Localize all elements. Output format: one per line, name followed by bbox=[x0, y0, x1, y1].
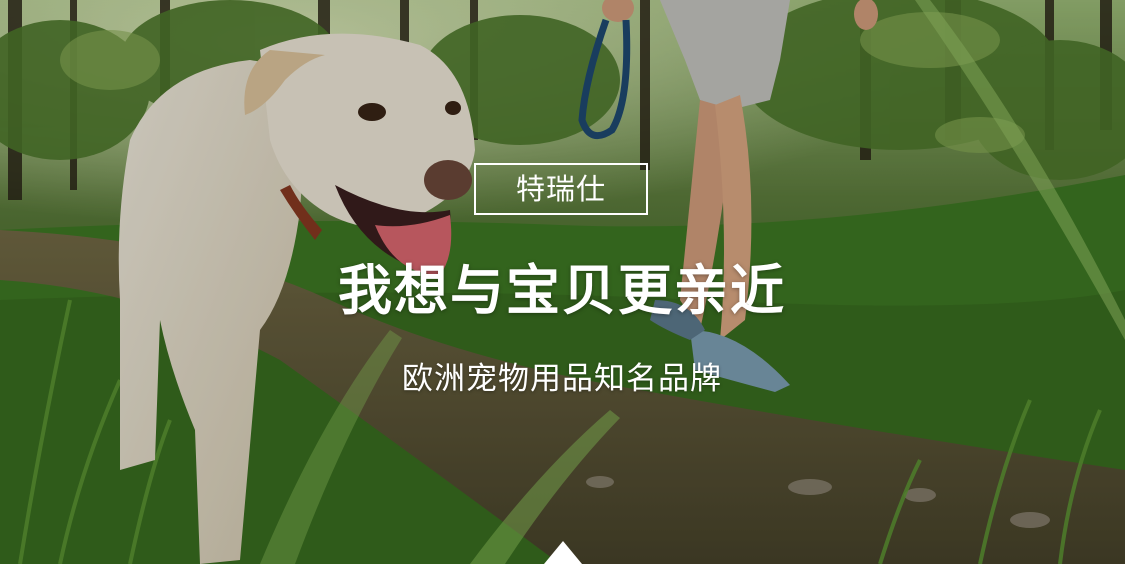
hero-subheadline: 欧洲宠物用品知名品牌 bbox=[402, 361, 722, 397]
hero-banner: 特瑞仕 我想与宝贝更亲近 欧洲宠物用品知名品牌 bbox=[0, 0, 1125, 564]
brand-name-badge: 特瑞仕 bbox=[474, 163, 648, 215]
triangle-up-icon[interactable] bbox=[544, 541, 582, 564]
hero-headline: 我想与宝贝更亲近 bbox=[338, 259, 786, 322]
